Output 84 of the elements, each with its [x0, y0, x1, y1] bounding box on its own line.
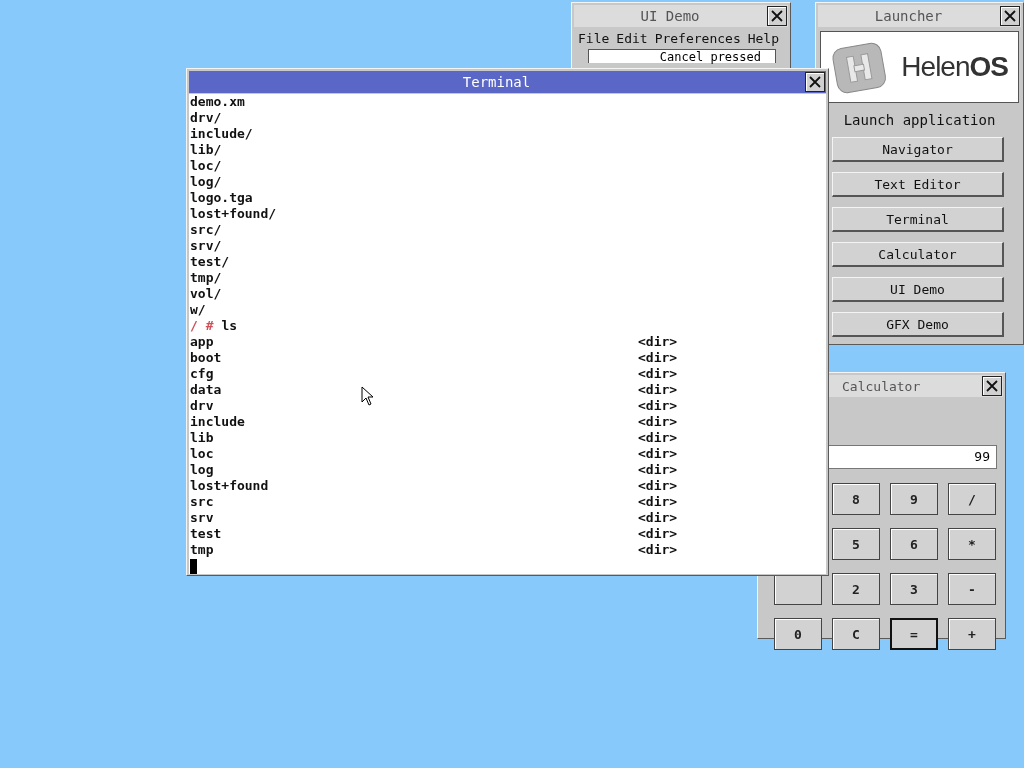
calculator-key[interactable]: 5: [832, 528, 880, 560]
close-icon: [986, 380, 998, 392]
close-icon: [1004, 10, 1016, 22]
entry-type: <dir>: [638, 446, 678, 462]
calculator-key[interactable]: +: [948, 618, 996, 650]
window-title: Terminal: [461, 74, 532, 90]
terminal-line: loc/: [190, 158, 222, 174]
calculator-key[interactable]: 8: [832, 483, 880, 515]
logo-text: HelenOS: [901, 51, 1008, 83]
entry-name: app: [190, 334, 214, 349]
window-title: Calculator: [842, 378, 921, 394]
window-title: Launcher: [873, 8, 944, 24]
shell-prompt: / #: [190, 318, 214, 334]
entry-type: <dir>: [638, 382, 678, 398]
calculator-key[interactable]: *: [948, 528, 996, 560]
entry-type: <dir>: [638, 430, 678, 446]
terminal-line: demo.xm: [190, 94, 245, 110]
close-button[interactable]: [982, 376, 1002, 396]
entry-name: src: [190, 494, 214, 509]
terminal-line: test/: [190, 254, 230, 270]
entry-type: <dir>: [638, 334, 678, 350]
launch-button[interactable]: Terminal: [832, 207, 1004, 232]
window-title: UI Demo: [639, 8, 701, 24]
calculator-key[interactable]: C: [832, 618, 880, 650]
entry-type: <dir>: [638, 526, 678, 542]
terminal-line: vol/: [190, 286, 222, 302]
text-cursor: [190, 559, 197, 574]
calculator-key[interactable]: 2: [832, 573, 880, 605]
launch-button[interactable]: UI Demo: [832, 277, 1004, 302]
entry-type: <dir>: [638, 366, 678, 382]
terminal-line: lib/: [190, 142, 222, 158]
close-button[interactable]: [1000, 6, 1020, 26]
entry-name: drv: [190, 398, 214, 413]
entry-name: srv: [190, 510, 214, 525]
entry-type: <dir>: [638, 478, 678, 494]
calculator-key[interactable]: 0: [774, 618, 822, 650]
entry-name: lost+found: [190, 478, 269, 493]
terminal-line: srv/: [190, 238, 222, 254]
calculator-key[interactable]: 9: [890, 483, 938, 515]
menu-item[interactable]: File: [578, 31, 610, 46]
launch-button[interactable]: Calculator: [832, 242, 1004, 267]
entry-name: cfg: [190, 366, 214, 381]
launch-button[interactable]: Navigator: [832, 137, 1004, 162]
entry-name: lib: [190, 430, 214, 445]
terminal-line: tmp/: [190, 270, 222, 286]
entry-type: <dir>: [638, 494, 678, 510]
menu-item[interactable]: Help: [747, 31, 780, 46]
entry-type: <dir>: [638, 542, 678, 558]
entry-name: test: [190, 526, 222, 541]
entry-name: loc: [190, 446, 214, 461]
launcher-heading: Launch application: [842, 112, 997, 128]
entry-name: tmp: [190, 542, 214, 557]
terminal-line: log/: [190, 174, 222, 190]
terminal-line: drv/: [190, 110, 222, 126]
close-icon: [809, 76, 821, 88]
menu-item[interactable]: Preferences: [654, 31, 741, 46]
terminal-line: logo.tga: [190, 190, 253, 206]
menu-item[interactable]: Edit: [616, 31, 648, 46]
entry-type: <dir>: [638, 398, 678, 414]
terminal-line: lost+found/: [190, 206, 277, 222]
entry-name: boot: [190, 350, 222, 365]
terminal-line: src/: [190, 222, 222, 238]
mouse-pointer-icon: [361, 386, 373, 406]
text-field[interactable]: Cancel pressed: [588, 49, 776, 63]
calculator-key[interactable]: =: [890, 618, 938, 650]
launch-button[interactable]: Text Editor: [832, 172, 1004, 197]
close-button[interactable]: [805, 72, 825, 92]
entry-type: <dir>: [638, 510, 678, 526]
launch-button[interactable]: GFX Demo: [832, 312, 1004, 337]
calculator-key[interactable]: -: [948, 573, 996, 605]
entry-name: include: [190, 414, 245, 429]
entry-type: <dir>: [638, 462, 678, 478]
calculator-key[interactable]: /: [948, 483, 996, 515]
calculator-key[interactable]: 6: [890, 528, 938, 560]
close-button[interactable]: [767, 6, 787, 26]
terminal-line: include/: [190, 126, 253, 142]
entry-type: <dir>: [638, 350, 678, 366]
entry-name: log: [190, 462, 214, 477]
terminal-line: w/: [190, 302, 206, 318]
calculator-key[interactable]: 3: [890, 573, 938, 605]
entry-name: data: [190, 382, 222, 397]
close-icon: [771, 10, 783, 22]
entry-type: <dir>: [638, 414, 678, 430]
shell-command: ls: [221, 318, 238, 334]
